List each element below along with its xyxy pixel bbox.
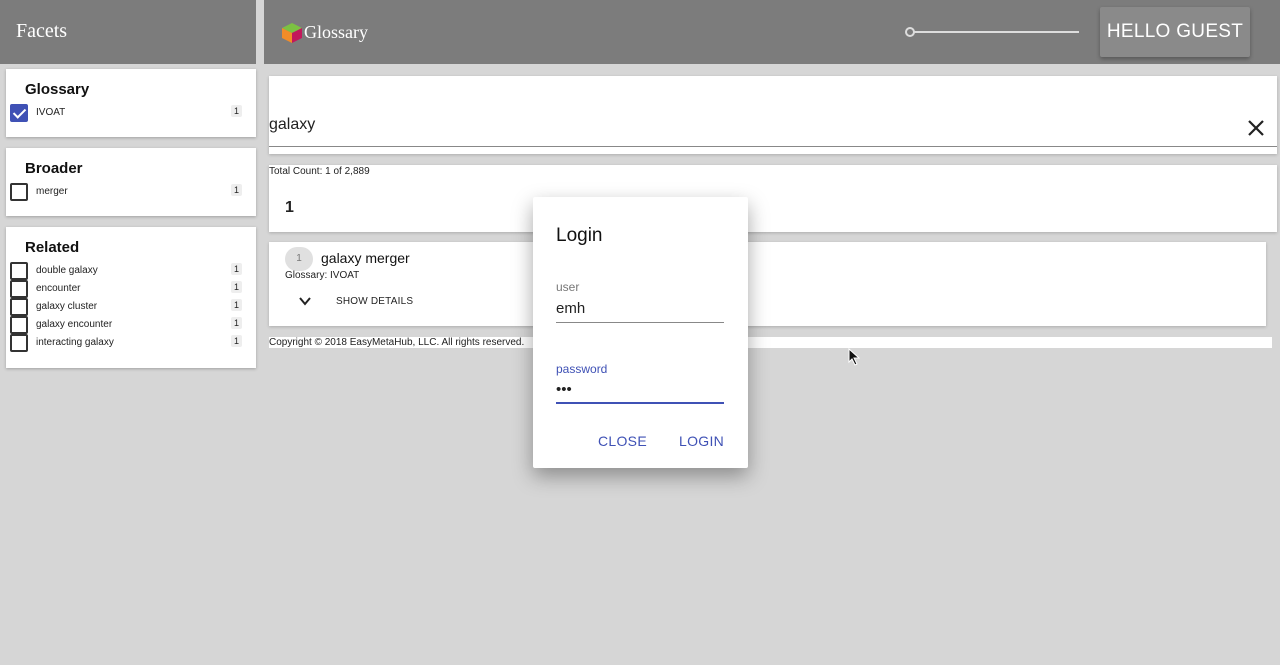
login-button[interactable]: LOGIN [679, 433, 724, 449]
chevron-down-icon[interactable] [299, 296, 311, 306]
result-item: 1 galaxy merger Glossary: IVOAT SHOW DET… [269, 242, 1266, 326]
facet-item-count: 1 [230, 184, 242, 196]
facet-item-label: galaxy encounter [36, 319, 113, 330]
checkbox-checked-icon[interactable] [10, 104, 28, 122]
clear-search-icon[interactable] [1247, 119, 1265, 137]
checkbox-icon[interactable] [10, 183, 28, 201]
search-input[interactable]: galaxy [269, 116, 315, 134]
password-field-underline [556, 402, 724, 404]
facet-item-label: galaxy cluster [36, 301, 98, 312]
facet-item-count: 1 [230, 317, 242, 329]
results-summary-card: Total Count: 1 of 2,889 1 [269, 165, 1277, 232]
app-title: Glossary [304, 22, 368, 42]
facet-glossary-title: Glossary [25, 81, 90, 98]
checkbox-icon[interactable] [10, 316, 28, 334]
result-title[interactable]: galaxy merger [321, 250, 410, 266]
password-field-label: password [556, 362, 608, 376]
checkbox-icon[interactable] [10, 280, 28, 298]
result-subtitle: Glossary: IVOAT [285, 270, 360, 281]
facet-item-label: encounter [36, 283, 81, 294]
facets-title: Facets [16, 20, 68, 42]
facet-item-encounter[interactable]: encounter 1 [10, 280, 242, 298]
checkbox-icon[interactable] [10, 334, 28, 352]
facet-broader: Broader merger 1 [6, 148, 256, 216]
facet-item-label: merger [36, 186, 68, 197]
mouse-pointer-icon [848, 348, 860, 366]
facet-item-merger[interactable]: merger 1 [10, 183, 242, 201]
user-field[interactable]: emh [556, 300, 585, 317]
show-details-button[interactable]: SHOW DETAILS [336, 296, 413, 307]
cube-logo-icon [282, 23, 302, 43]
facet-related-title: Related [25, 239, 80, 256]
zoom-slider-thumb[interactable] [905, 27, 915, 37]
facet-glossary: Glossary IVOAT 1 [6, 69, 256, 137]
search-underline [269, 146, 1277, 147]
user-field-underline [556, 322, 724, 323]
facet-related: Related double galaxy 1 encounter 1 gala… [6, 227, 256, 368]
facet-item-label: IVOAT [36, 107, 66, 118]
facets-header: Facets [0, 0, 256, 64]
footer: Copyright © 2018 EasyMetaHub, LLC. All r… [269, 337, 1272, 348]
facet-broader-title: Broader [25, 160, 83, 177]
checkbox-icon[interactable] [10, 298, 28, 316]
total-count: Total Count: 1 of 2,889 [269, 166, 370, 177]
facet-item-count: 1 [230, 335, 242, 347]
facet-item-label: interacting galaxy [36, 337, 114, 348]
facet-item-count: 1 [230, 299, 242, 311]
result-index-badge: 1 [285, 247, 313, 271]
facet-item-galaxy-cluster[interactable]: galaxy cluster 1 [10, 298, 242, 316]
zoom-slider-track[interactable] [908, 31, 1079, 33]
facet-item-ivoat[interactable]: IVOAT 1 [10, 104, 242, 122]
facet-item-label: double galaxy [36, 265, 98, 276]
page-number[interactable]: 1 [285, 199, 294, 217]
facet-item-count: 1 [230, 263, 242, 275]
facet-item-interacting-galaxy[interactable]: interacting galaxy 1 [10, 334, 242, 352]
user-field-label: user [556, 280, 580, 294]
password-field[interactable]: ••• [556, 381, 572, 398]
login-dialog: Login user emh password ••• CLOSE LOGIN [533, 197, 748, 468]
checkbox-icon[interactable] [10, 262, 28, 280]
app-header: Glossary HELLO GUEST [264, 0, 1280, 64]
facet-item-galaxy-encounter[interactable]: galaxy encounter 1 [10, 316, 242, 334]
copyright-text: Copyright © 2018 EasyMetaHub, LLC. All r… [269, 337, 525, 348]
close-button[interactable]: CLOSE [598, 433, 647, 449]
user-menu-button[interactable]: HELLO GUEST [1100, 7, 1250, 57]
search-card: galaxy [269, 76, 1277, 154]
facet-item-count: 1 [230, 281, 242, 293]
facet-item-double-galaxy[interactable]: double galaxy 1 [10, 262, 242, 280]
facet-item-count: 1 [230, 105, 242, 117]
login-dialog-title: Login [556, 225, 603, 246]
